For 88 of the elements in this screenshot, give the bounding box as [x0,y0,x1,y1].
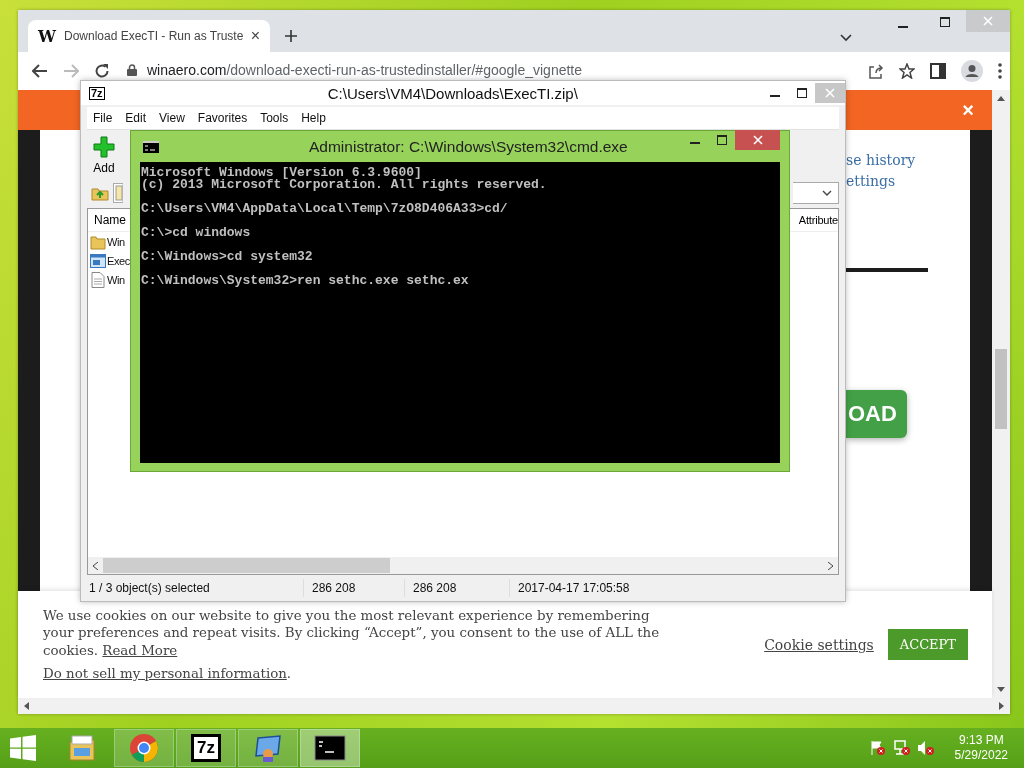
menu-item[interactable]: File [93,111,113,125]
profile-icon[interactable] [961,60,983,82]
scroll-left-icon [24,702,29,710]
clock-date: 5/29/2022 [954,748,1008,763]
network-icon[interactable] [892,739,911,757]
console-line: Microsoft Windows [Version 6.3.9600] [141,167,423,179]
clock-time: 9:13 PM [958,733,1004,748]
privacy-notice: Do not sell my personal information. [43,665,293,683]
lock-icon [127,64,137,76]
site-favicon: W [38,26,56,46]
app-logo: 7z [191,734,221,762]
console-line: C:\Windows\System32>ren sethc.exe sethc.ex [141,275,470,287]
reload-icon[interactable] [94,63,110,79]
read-more-link[interactable]: Read More [102,642,178,658]
scroll-up-icon [997,96,1005,101]
folder-icon [113,183,123,203]
chevron-down-icon[interactable] [840,34,852,42]
tab-title: Download ExecTI - Run as Truste [63,29,243,43]
menu-item[interactable]: View [159,111,185,125]
do-not-sell-link[interactable]: Do not sell my personal information [43,666,287,681]
folder-icon [90,233,106,250]
scroll-left-icon [93,561,98,570]
file-name[interactable]: Exec [107,254,130,267]
close-icon [752,135,763,145]
menu-item[interactable]: Help [301,111,326,125]
scroll-right-icon [999,702,1004,710]
scrollbar-thumb[interactable] [103,558,390,573]
vertical-scrollbar[interactable] [992,90,1010,698]
tab-close-button[interactable]: × [250,27,260,45]
maximize-icon [796,88,807,98]
maximize-icon[interactable] [940,17,950,27]
column-header[interactable]: Name [88,213,126,227]
taskbar-button[interactable] [300,729,360,767]
console-icon [143,140,159,153]
chrome-icon [128,732,160,764]
menu-icon[interactable] [998,63,1002,79]
status-text: 1 / 3 object(s) selected [81,579,304,597]
horizontal-scrollbar[interactable] [88,557,838,574]
console-icon [314,732,346,764]
explorer-icon [66,732,98,764]
minimize-icon [769,95,780,97]
close-icon [825,88,835,98]
scroll-right-icon [828,561,833,570]
browser-tab[interactable]: W Download ExecTI - Run as Truste × [28,20,270,52]
status-text: 286 208 [405,579,510,597]
status-text: 286 208 [304,579,405,597]
menu-item[interactable]: Tools [260,111,289,125]
share-icon[interactable] [868,63,884,79]
console-line: (c) 2013 Microsoft Corporation. All rights reserved. [141,179,548,191]
file-name[interactable]: Win [107,273,125,286]
close-icon [983,16,993,26]
scroll-down-icon [997,687,1005,692]
star-icon[interactable] [899,63,915,79]
toolbar-button[interactable]: Add [89,135,119,175]
flag-icon[interactable] [868,739,887,757]
accept-button[interactable]: ACCEPT [887,629,968,660]
program-icon [90,252,106,269]
taskbar-button[interactable]: 7z [176,729,236,767]
status-text: 2017-04-17 17:05:58 [517,580,631,597]
window-title: Administrator: C:\Windows\System32\cmd.exe [308,137,629,156]
url-text: winaero.com/download-execti-run-as-trustedinstaller/#google_vignette [147,62,583,78]
console-line: C:\>cd windows [141,227,252,239]
sidebar-link[interactable]: se history [846,150,916,171]
folder-up-icon[interactable] [91,185,109,201]
start-icon[interactable] [10,735,36,761]
scrollbar-thumb[interactable] [995,349,1007,429]
file-name[interactable]: Win [107,235,125,248]
remote-icon [252,732,284,764]
sidebar-link[interactable]: ettings [846,171,896,192]
minimize-icon [689,142,700,144]
menu-item[interactable]: Edit [125,111,147,125]
new-tab-icon[interactable] [284,29,298,43]
plus-icon [93,135,115,158]
document-icon [90,271,106,288]
back-icon[interactable] [32,64,48,78]
column-header[interactable]: Attribute [797,214,838,226]
console-line: C:\Windows>cd system32 [141,251,314,263]
app-logo: 7z [89,86,105,100]
maximize-icon [716,135,727,145]
console-line: C:\Users\VM4\AppData\Local\Temp\7zO8D406A33>cd/ [141,203,509,215]
cookie-settings-link[interactable]: Cookie settings [764,636,874,653]
menu-item[interactable]: Favorites [197,111,248,125]
horizontal-scrollbar[interactable] [18,698,1010,714]
side-panel-icon[interactable] [930,63,946,79]
chevron-down-icon [822,190,832,196]
window-title: C:\Users\VM4\Downloads\ExecTI.zip\ [326,84,579,102]
volume-icon[interactable] [916,739,935,757]
cookie-notice: We use cookies on our website to give you the most relevant experience by remembering your preferences and repeat visits. By clicking “Accept”, you consent to the use of ALL the cookies. Read More [43,606,661,659]
